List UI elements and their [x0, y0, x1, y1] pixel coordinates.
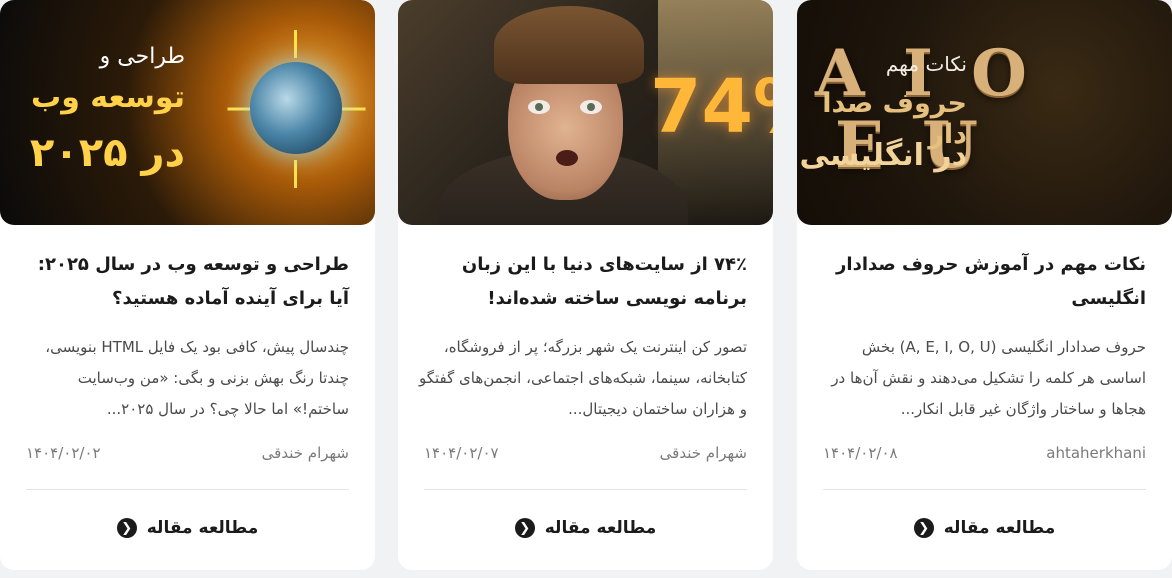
read-article-button[interactable]: مطالعه مقاله ❮	[398, 514, 773, 542]
article-meta: شهرام خندقی ۱۴۰۴/۰۲/۰۲	[26, 444, 349, 466]
thumbnail-percent: 74%	[650, 64, 773, 150]
read-article-button[interactable]: مطالعه مقاله ❮	[0, 514, 375, 542]
read-article-label: مطالعه مقاله	[544, 518, 657, 538]
thumbnail-ray	[294, 160, 297, 188]
thumbnail-mouth	[556, 150, 578, 166]
thumbnail-caption-1: نکات مهم	[885, 52, 967, 76]
thumbnail-ray	[294, 30, 297, 58]
thumbnail-caption-1: طراحی و	[99, 44, 185, 69]
article-excerpt: چندسال پیش، کافی بود یک فایل HTML بنویسی…	[45, 338, 349, 418]
divider	[26, 489, 349, 490]
article-author[interactable]: شهرام خندقی	[660, 444, 747, 462]
article-author[interactable]: شهرام خندقی	[262, 444, 349, 462]
divider	[424, 489, 747, 490]
read-article-button[interactable]: مطالعه مقاله ❮	[797, 514, 1172, 542]
article-excerpt: حروف صدادار انگلیسی (A, E, I, O, U) بخش …	[831, 338, 1146, 418]
article-excerpt: تصور کن اینترنت یک شهر بزرگه؛ پر از فروش…	[418, 338, 747, 418]
article-title[interactable]: ۷۴٪ از سایت‌های دنیا با این زبان برنامه …	[417, 248, 747, 316]
read-article-label: مطالعه مقاله	[146, 518, 259, 538]
arrow-left-icon: ❮	[913, 518, 934, 538]
article-author[interactable]: ahtaherkhani	[1046, 444, 1146, 462]
thumbnail-eye	[528, 100, 550, 114]
article-card: A I O E U نکات مهم حروف صدا دار در انگلی…	[797, 0, 1172, 570]
article-title[interactable]: نکات مهم در آموزش حروف صدادار انگلیسی	[816, 248, 1146, 316]
article-meta: ahtaherkhani ۱۴۰۴/۰۲/۰۸	[823, 444, 1146, 466]
article-thumbnail[interactable]: طراحی و توسعه وب در ۲۰۲۵	[0, 0, 375, 225]
article-card: طراحی و توسعه وب در ۲۰۲۵ طراحی و توسعه و…	[0, 0, 375, 570]
thumbnail-caption-3: در انگلیسی	[799, 138, 967, 173]
articles-row: A I O E U نکات مهم حروف صدا دار در انگلی…	[0, 0, 1172, 578]
thumbnail-hair	[494, 6, 644, 84]
thumbnail-caption-2: توسعه وب	[31, 80, 185, 115]
divider	[823, 489, 1146, 490]
article-thumbnail[interactable]: 74%	[398, 0, 773, 225]
arrow-left-icon: ❮	[514, 518, 535, 538]
article-date: ۱۴۰۴/۰۲/۰۲	[26, 444, 101, 462]
article-meta: شهرام خندقی ۱۴۰۴/۰۲/۰۷	[424, 444, 747, 466]
article-card: 74% ۷۴٪ از سایت‌های دنیا با این زبان برن…	[398, 0, 773, 570]
article-date: ۱۴۰۴/۰۲/۰۷	[424, 444, 499, 462]
article-title[interactable]: طراحی و توسعه وب در سال ۲۰۲۵: آیا برای آ…	[19, 248, 349, 316]
article-date: ۱۴۰۴/۰۲/۰۸	[823, 444, 898, 462]
read-article-label: مطالعه مقاله	[943, 518, 1056, 538]
globe-icon	[250, 62, 342, 154]
arrow-left-icon: ❮	[116, 518, 137, 538]
article-thumbnail[interactable]: A I O E U نکات مهم حروف صدا دار در انگلی…	[797, 0, 1172, 225]
thumbnail-caption-3: در ۲۰۲۵	[29, 130, 185, 176]
thumbnail-eye	[580, 100, 602, 114]
